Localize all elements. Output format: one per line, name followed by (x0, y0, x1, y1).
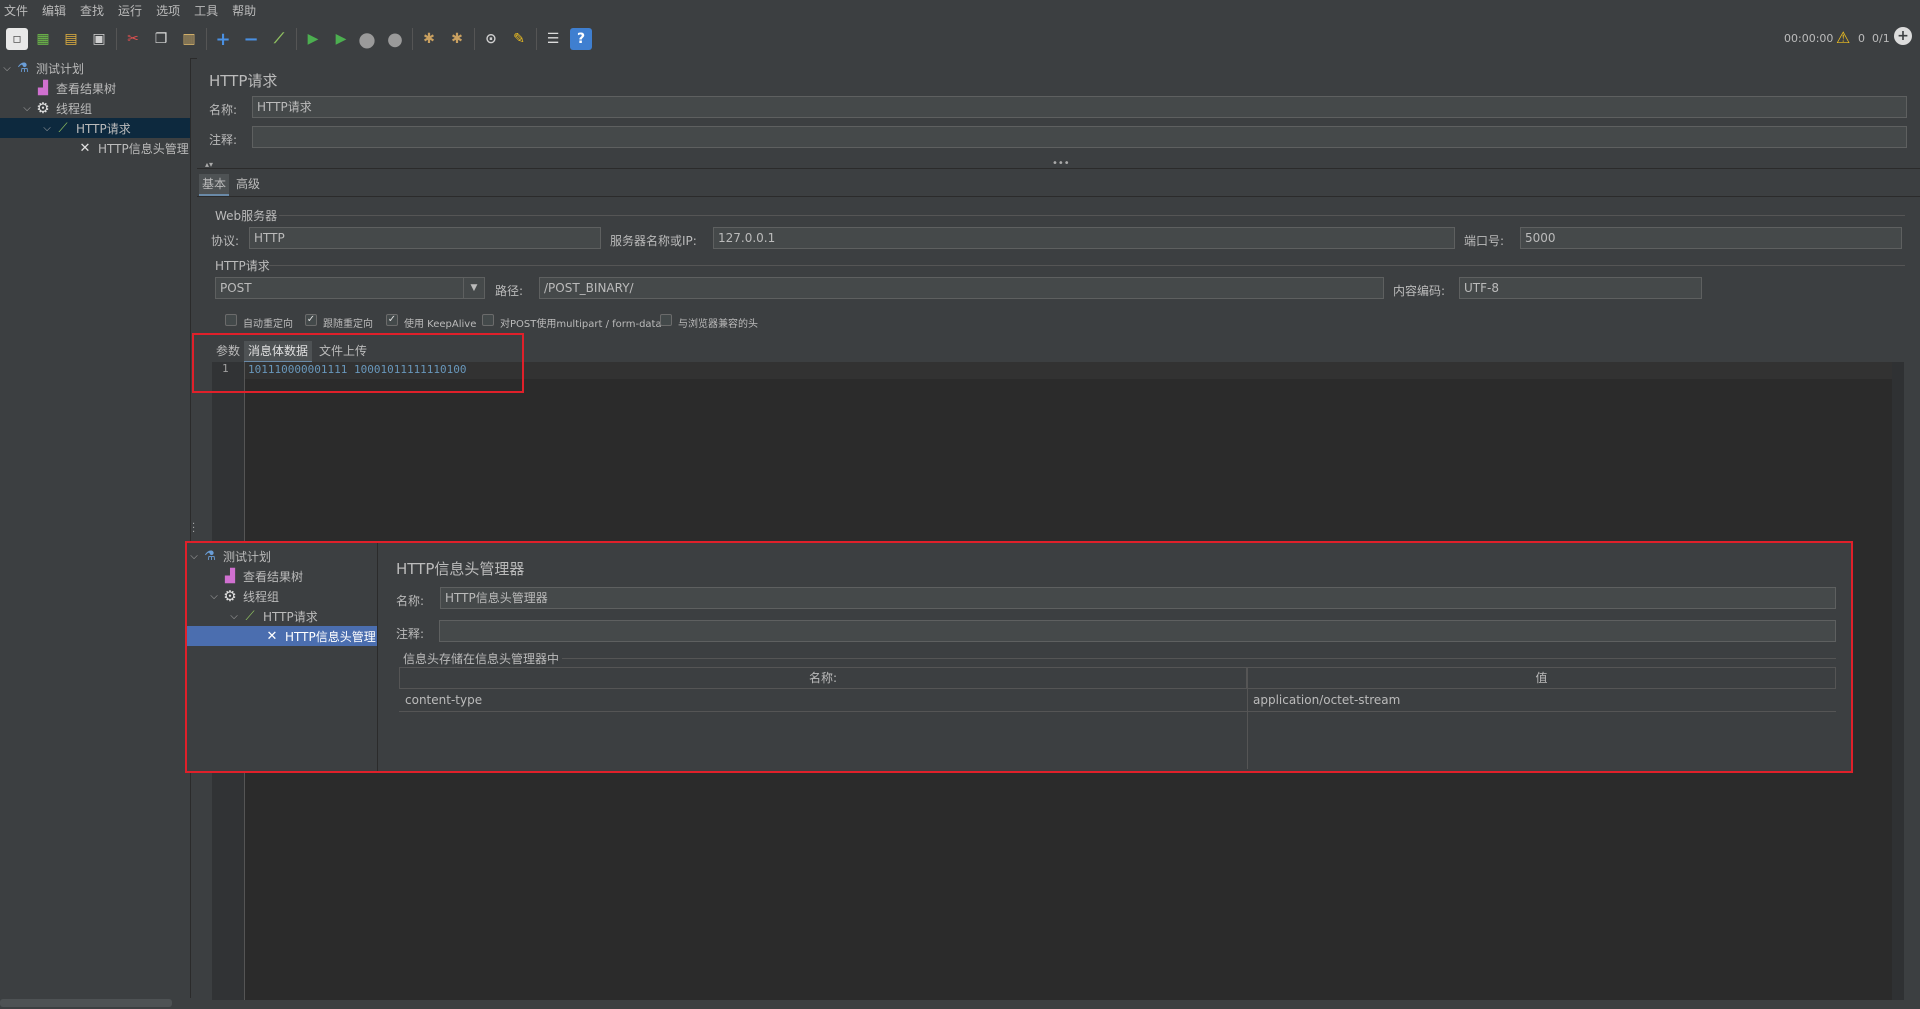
tree-item-http-request[interactable]: ⌵ ⟋ HTTP请求 (0, 118, 190, 138)
http-request-group-label: HTTP请求 (215, 259, 270, 273)
clear-all-icon[interactable]: ✱ (446, 28, 468, 50)
comment-field[interactable] (252, 126, 1907, 148)
encoding-field[interactable]: UTF-8 (1459, 277, 1702, 299)
menu-edit[interactable]: 编辑 (42, 2, 66, 19)
path-field[interactable]: /POST_BINARY/ (539, 277, 1384, 299)
highlight-box-body (192, 333, 524, 393)
editor-scrollbar[interactable] (1892, 362, 1904, 1000)
help-icon[interactable]: ? (570, 28, 592, 50)
save-icon[interactable]: ▣ (88, 28, 110, 50)
expand-icon[interactable]: + (212, 28, 234, 50)
port-field[interactable]: 5000 (1520, 227, 1902, 249)
menu-run[interactable]: 运行 (118, 2, 142, 19)
cut-icon[interactable]: ✂ (122, 28, 144, 50)
auto-redirect-label: 自动重定向 (243, 319, 293, 330)
follow-redirect-label: 跟随重定向 (323, 319, 373, 330)
chevron-down-icon[interactable]: ⌵ (40, 123, 54, 134)
toolbar: ▫ ▦ ▤ ▣ ✂ ❐ ▥ + − ⟋ ▶ ▶ ● ● ✱ ✱ ⊙ ✎ ☰ ? … (0, 20, 1920, 59)
server-field[interactable]: 127.0.0.1 (713, 227, 1455, 249)
chevron-down-icon[interactable]: ▼ (463, 278, 484, 298)
menu-bar: 文件 编辑 查找 运行 选项 工具 帮助 (0, 0, 1920, 20)
toggle-icon[interactable]: ⟋ (268, 28, 290, 50)
name-label: 名称: (209, 103, 238, 117)
stop-icon[interactable]: ● (356, 27, 378, 51)
warning-count: 0 (1858, 32, 1865, 45)
auto-redirect-checkbox[interactable] (225, 314, 237, 326)
templates-icon[interactable]: ▦ (32, 28, 54, 50)
browser-headers-checkbox[interactable] (660, 314, 672, 326)
tree-item-header-manager[interactable]: ✕ HTTP信息头管理 (62, 138, 190, 158)
flask-icon: ⚗ (17, 60, 29, 76)
server-label: 服务器名称或IP: (610, 234, 697, 248)
pipette-icon: ⟋ (58, 120, 68, 136)
tools-icon: ✕ (79, 140, 91, 156)
chart-icon: ▟ (38, 80, 48, 96)
remote-icon[interactable]: + (1894, 27, 1912, 45)
path-label: 路径: (495, 284, 524, 298)
protocol-field[interactable]: HTTP (249, 227, 601, 249)
menu-tools[interactable]: 工具 (194, 2, 218, 19)
tab-basic[interactable]: 基本 (199, 174, 229, 196)
start-icon[interactable]: ▶ (302, 28, 324, 50)
name-field[interactable]: HTTP请求 (252, 96, 1907, 118)
timer: 00:00:00 (1784, 32, 1834, 45)
menu-file[interactable]: 文件 (4, 2, 28, 19)
test-plan-tree: ⌵ ⚗ 测试计划 ▟ 查看结果树 ⌵ ⚙ 线程组 ⌵ ⟋ HTTP请求 ✕ HT… (0, 58, 191, 1007)
warning-icon[interactable]: ⚠ (1836, 28, 1850, 47)
clear-icon[interactable]: ✱ (418, 28, 440, 50)
tree-item-test-plan[interactable]: ⌵ ⚗ 测试计划 (0, 58, 190, 78)
web-server-group-label: Web服务器 (215, 209, 278, 223)
divider-handle-icon[interactable]: · · · (192, 520, 195, 538)
thread-count: 0/1 (1872, 32, 1890, 45)
menu-help[interactable]: 帮助 (232, 2, 256, 19)
multipart-checkbox[interactable] (482, 314, 494, 326)
follow-redirect-checkbox[interactable]: ✓ (305, 314, 317, 326)
keepalive-checkbox[interactable]: ✓ (386, 314, 398, 326)
keepalive-label: 使用 KeepAlive (404, 319, 477, 330)
port-label: 端口号: (1464, 234, 1505, 248)
collapse-icon[interactable]: − (240, 28, 262, 50)
paste-icon[interactable]: ▥ (178, 28, 200, 50)
chevron-down-icon[interactable]: ⌵ (20, 103, 34, 114)
chevron-down-icon[interactable]: ⌵ (0, 63, 14, 74)
search-icon[interactable]: ⊙ (480, 28, 502, 50)
tree-item-thread-group[interactable]: ⌵ ⚙ 线程组 (20, 98, 190, 118)
highlight-box-header-manager (185, 541, 1853, 773)
new-icon[interactable]: ▫ (6, 28, 28, 50)
protocol-label: 协议: (211, 234, 240, 248)
function-helper-icon[interactable]: ☰ (542, 28, 564, 50)
tab-advanced[interactable]: 高级 (233, 174, 263, 194)
comment-label: 注释: (209, 133, 238, 147)
start-no-pause-icon[interactable]: ▶ (330, 28, 352, 50)
open-icon[interactable]: ▤ (60, 28, 82, 50)
tree-scrollbar[interactable] (0, 999, 172, 1007)
menu-options[interactable]: 选项 (156, 2, 180, 19)
encoding-label: 内容编码: (1393, 284, 1446, 298)
method-select[interactable]: POST ▼ (215, 277, 485, 299)
shutdown-icon[interactable]: ● (384, 28, 406, 50)
menu-search[interactable]: 查找 (80, 2, 104, 19)
copy-icon[interactable]: ❐ (150, 28, 172, 50)
browser-headers-label: 与浏览器兼容的头 (678, 319, 758, 330)
multipart-label: 对POST使用multipart / form-data (500, 319, 662, 330)
reset-search-icon[interactable]: ✎ (508, 28, 530, 50)
tree-item-result-tree[interactable]: ▟ 查看结果树 (20, 78, 190, 98)
gear-icon: ⚙ (36, 99, 50, 117)
page-title: HTTP请求 (209, 72, 278, 90)
